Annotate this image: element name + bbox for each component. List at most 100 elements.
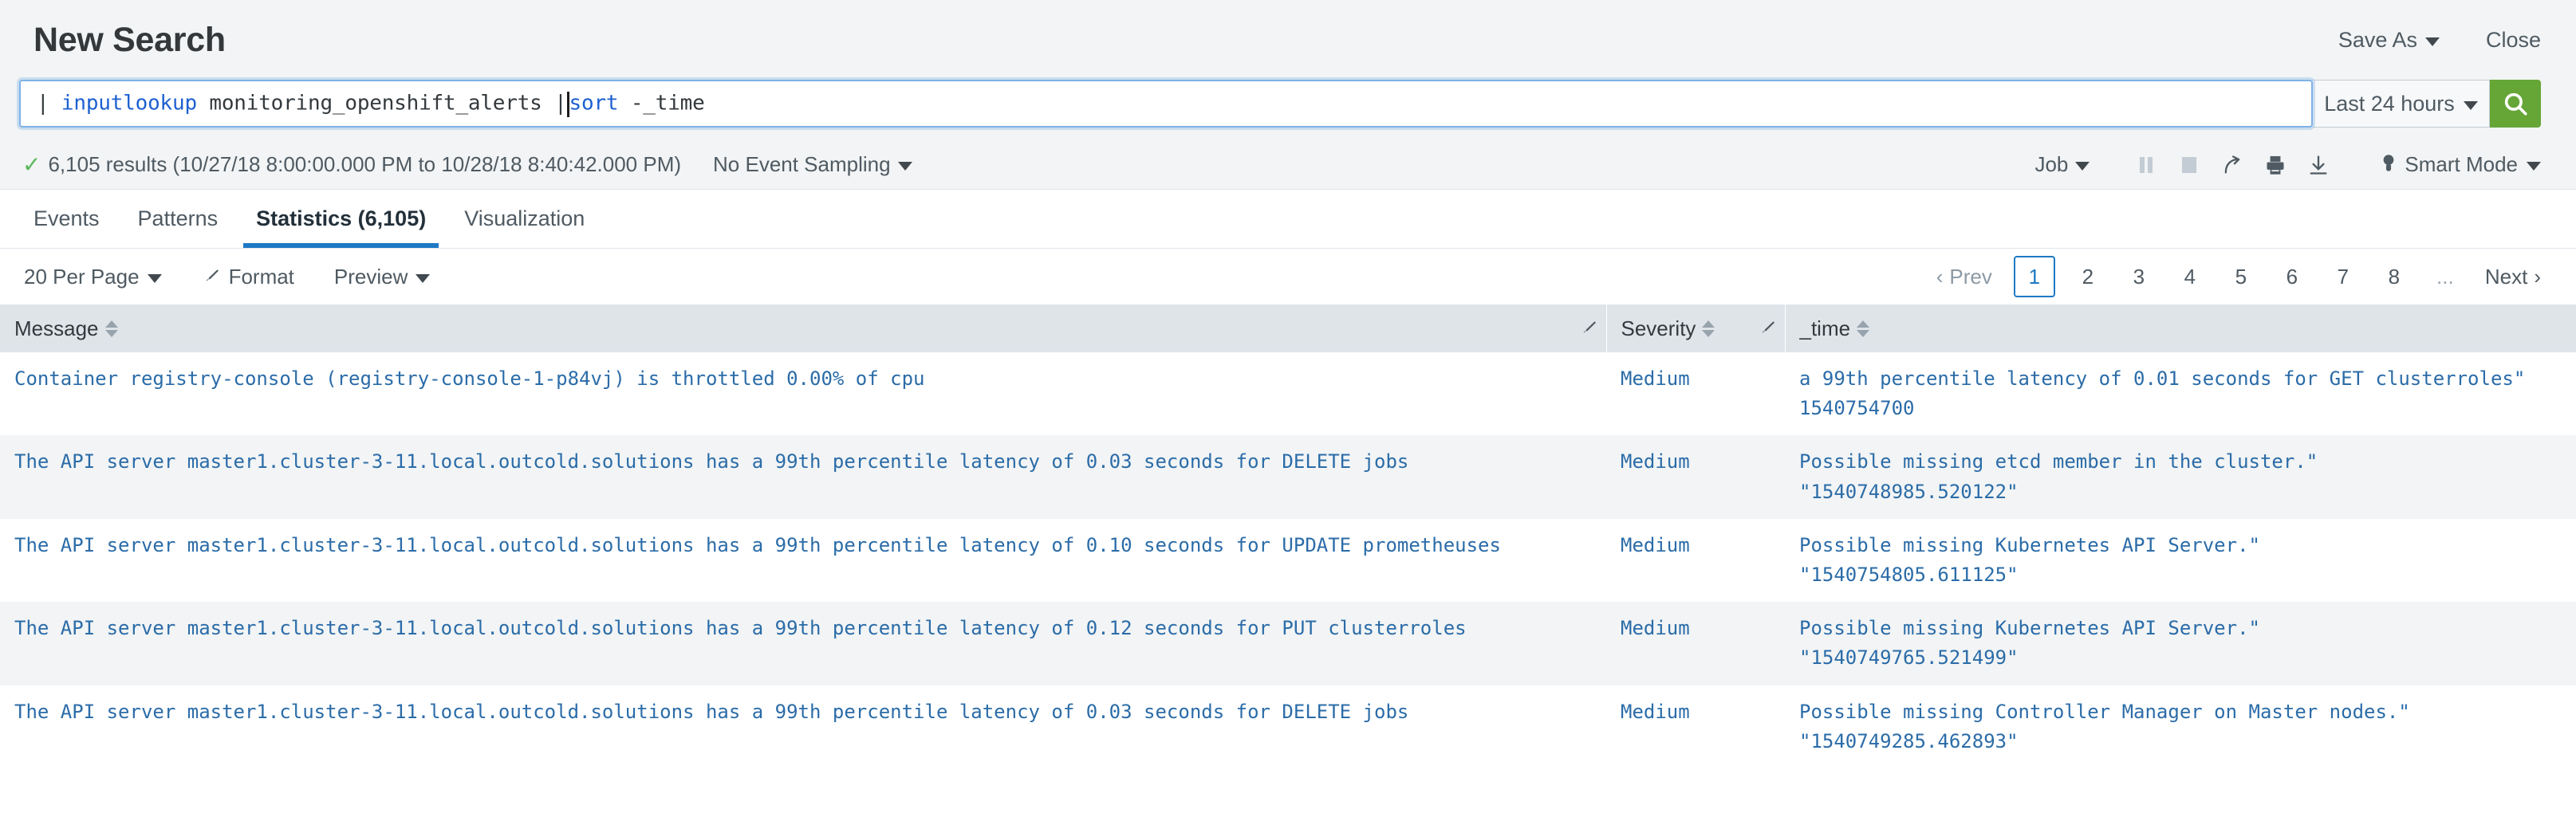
tab-events[interactable]: Events <box>14 190 119 248</box>
share-button[interactable] <box>2211 149 2254 181</box>
chevron-down-icon <box>2463 100 2478 110</box>
cell-severity: Medium <box>1621 533 1690 556</box>
stop-button[interactable] <box>2168 149 2211 181</box>
results-info-bar: ✓ 6,105 results (10/27/18 8:00:00.000 PM… <box>0 140 2576 190</box>
chevron-down-icon <box>147 273 162 283</box>
cell-message: The API server master1.cluster-3-11.loca… <box>14 450 1409 473</box>
tab-visualization-label: Visualization <box>464 206 585 230</box>
table-row[interactable]: The API server master1.cluster-3-11.loca… <box>0 435 2576 519</box>
cell-time-line-1: Possible missing Kubernetes API Server." <box>1799 533 2260 556</box>
cell-severity: Medium <box>1621 450 1690 473</box>
download-icon <box>2310 155 2327 175</box>
query-arg-2: -_time <box>618 91 705 116</box>
job-dropdown[interactable]: Job <box>2034 152 2090 177</box>
cell-time-line-2: "1540748985.520122" <box>1799 480 2019 503</box>
column-header-message[interactable]: Message <box>0 304 1563 352</box>
column-header-message-inner: Message <box>14 316 1549 341</box>
cell-message: The API server master1.cluster-3-11.loca… <box>14 700 1409 723</box>
cell-time-line-2: "1540754805.611125" <box>1799 563 2019 586</box>
header-actions: Save As Close <box>2338 28 2541 53</box>
format-label: Format <box>228 264 294 289</box>
cell-severity: Medium <box>1621 700 1690 723</box>
event-sampling-label: No Event Sampling <box>713 152 891 176</box>
search-query-text: | inputlookup monitoring_openshift_alert… <box>37 91 705 117</box>
column-format-severity[interactable] <box>1743 304 1786 352</box>
table-toolbar: 20 Per Page Format Preview ‹ Prev 1 2 3 … <box>0 249 2576 304</box>
table-header-row: Message Severity _time <box>0 304 2576 352</box>
search-icon <box>2504 92 2527 116</box>
cell-message: The API server master1.cluster-3-11.loca… <box>14 617 1467 640</box>
sort-icon[interactable] <box>1702 320 1715 337</box>
cell-time-line-1: a 99th percentile latency of 0.01 second… <box>1799 367 2526 390</box>
search-mode-dropdown[interactable]: Smart Mode <box>2381 152 2541 177</box>
table-row[interactable]: The API server master1.cluster-3-11.loca… <box>0 602 2576 685</box>
chevron-down-icon <box>897 162 912 171</box>
sort-icon[interactable] <box>104 320 118 337</box>
time-range-label: Last 24 hours <box>2324 91 2455 116</box>
cell-time-line-1: Possible missing etcd member in the clus… <box>1799 450 2318 473</box>
chevron-down-icon <box>416 273 431 283</box>
sort-icon[interactable] <box>1857 320 1870 337</box>
column-header-message-label: Message <box>14 316 99 340</box>
close-button[interactable]: Close <box>2486 28 2541 53</box>
export-button[interactable] <box>2297 149 2340 181</box>
per-page-dropdown[interactable]: 20 Per Page <box>18 261 168 293</box>
page-title: New Search <box>33 20 226 59</box>
pagination-page-2[interactable]: 2 <box>2070 256 2106 297</box>
tab-events-label: Events <box>33 206 100 230</box>
pagination-page-8[interactable]: 8 <box>2376 256 2413 297</box>
column-format-message[interactable] <box>1563 304 1607 352</box>
cell-time: Possible missing Controller Manager on M… <box>1785 685 2576 768</box>
stop-icon <box>2182 156 2197 173</box>
table-toolbar-left: 20 Per Page Format Preview <box>18 261 436 293</box>
pagination-ellipsis-label: ... <box>2436 264 2454 289</box>
save-as-label: Save As <box>2338 27 2417 52</box>
tab-statistics-label: Statistics (6,105) <box>256 206 427 230</box>
preview-label: Preview <box>333 264 408 289</box>
cell-time-line-1: Possible missing Kubernetes API Server." <box>1799 617 2260 640</box>
search-input[interactable]: | inputlookup monitoring_openshift_alert… <box>19 80 2313 128</box>
table-row[interactable]: Container registry-console (registry-con… <box>0 352 2576 436</box>
print-icon <box>2267 155 2284 175</box>
column-header-time[interactable]: _time <box>1785 304 2576 352</box>
query-command-1: inputlookup <box>61 91 197 116</box>
pagination-page-6[interactable]: 6 <box>2274 256 2310 297</box>
pagination-page-3[interactable]: 3 <box>2121 256 2157 297</box>
column-format-message-inner <box>1563 319 1598 338</box>
print-button[interactable] <box>2254 149 2297 181</box>
event-sampling-dropdown[interactable]: No Event Sampling <box>713 152 912 177</box>
pagination-page-7[interactable]: 7 <box>2325 256 2361 297</box>
column-header-severity[interactable]: Severity <box>1606 304 1743 352</box>
query-pipe-2: | <box>554 91 567 116</box>
pagination-page-5[interactable]: 5 <box>2223 256 2259 297</box>
pause-button[interactable] <box>2125 149 2168 181</box>
tab-visualization[interactable]: Visualization <box>445 190 604 248</box>
format-button[interactable]: Format <box>195 261 301 293</box>
lightbulb-icon <box>2384 154 2394 171</box>
pagination-next[interactable]: Next › <box>2471 260 2555 294</box>
results-count: ✓ 6,105 results (10/27/18 8:00:00.000 PM… <box>22 152 681 177</box>
per-page-label: 20 Per Page <box>24 264 140 289</box>
time-range-picker[interactable]: Last 24 hours <box>2313 80 2490 128</box>
pagination-prev[interactable]: ‹ Prev <box>1922 260 2007 294</box>
save-as-button[interactable]: Save As <box>2338 28 2440 53</box>
cell-time: Possible missing Kubernetes API Server."… <box>1785 602 2576 685</box>
cell-time: a 99th percentile latency of 0.01 second… <box>1785 352 2576 435</box>
tab-statistics[interactable]: Statistics (6,105) <box>237 190 445 248</box>
table-row[interactable]: The API server master1.cluster-3-11.loca… <box>0 685 2576 768</box>
table-row[interactable]: The API server master1.cluster-3-11.loca… <box>0 518 2576 603</box>
pagination-page-1[interactable]: 1 <box>2013 256 2055 297</box>
chevron-left-icon: ‹ <box>1936 264 1944 289</box>
search-submit-button[interactable] <box>2490 80 2541 128</box>
tab-patterns[interactable]: Patterns <box>119 190 238 248</box>
chevron-right-icon: › <box>2534 264 2541 289</box>
preview-dropdown[interactable]: Preview <box>328 261 436 293</box>
search-input-wrap: | inputlookup monitoring_openshift_alert… <box>19 80 2313 128</box>
pagination-prev-label: Prev <box>1949 264 1992 289</box>
results-info-right: Job Smart Mode <box>2034 149 2541 181</box>
pagination-page-4[interactable]: 4 <box>2172 256 2208 297</box>
cell-message: The API server master1.cluster-3-11.loca… <box>14 533 1501 556</box>
cell-time-line-1: Possible missing Controller Manager on M… <box>1799 700 2410 723</box>
job-label: Job <box>2034 152 2069 176</box>
column-header-time-inner: _time <box>1800 316 2562 341</box>
